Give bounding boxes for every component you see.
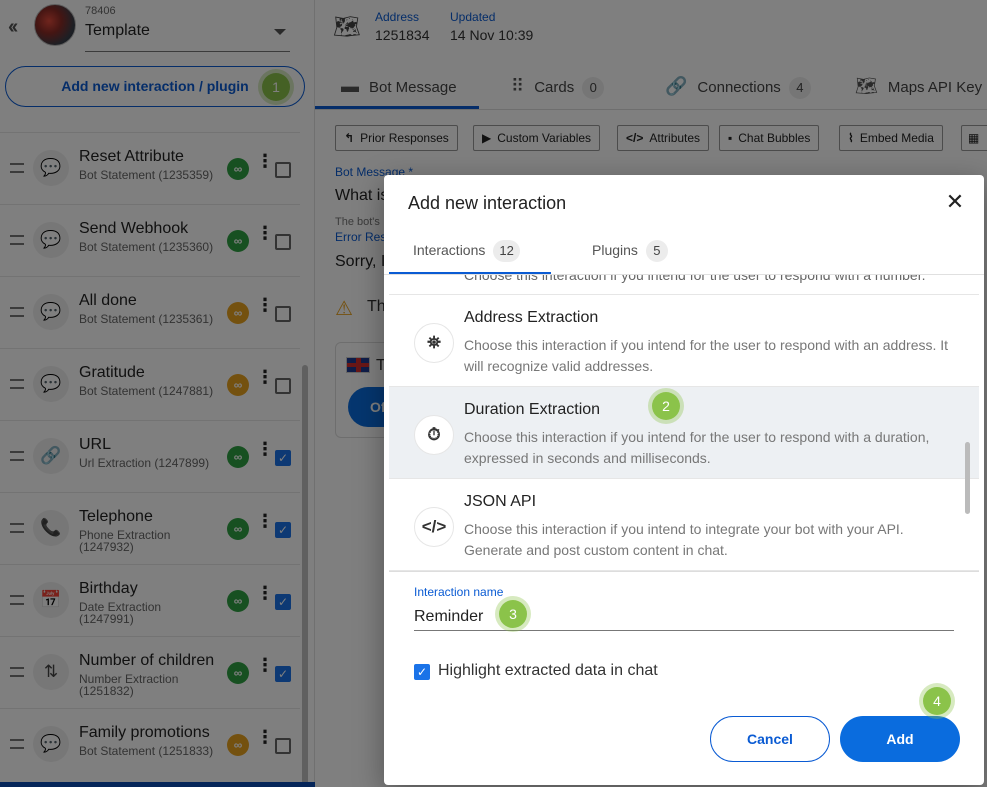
step-badge: 2 xyxy=(652,392,680,420)
option-title: JSON API xyxy=(464,493,537,510)
code-icon: </> xyxy=(414,507,454,547)
map-pin-icon: ⛯ xyxy=(414,323,454,363)
option-duration-extraction[interactable]: ⏱ Duration Extraction Choose this intera… xyxy=(389,386,979,478)
step-badge: 3 xyxy=(499,600,527,628)
interaction-name-label: Interaction name xyxy=(414,585,504,599)
add-interaction-dialog: Add new interaction ✕ Interactions 12 Plu… xyxy=(384,175,984,785)
option-desc: Choose this interaction if you intend fo… xyxy=(464,337,949,374)
option-desc: Choose this interaction if you intend fo… xyxy=(464,275,926,283)
cancel-button[interactable]: Cancel xyxy=(710,716,830,762)
dialog-title: Add new interaction xyxy=(408,193,567,213)
option-json-api[interactable]: </> JSON API Choose this interaction if … xyxy=(389,478,979,570)
tab-label: Interactions xyxy=(413,242,486,258)
dialog-tabs: Interactions 12 Plugins 5 xyxy=(384,227,984,275)
tab-count: 12 xyxy=(493,240,520,262)
option-desc: Choose this interaction if you intend to… xyxy=(464,521,904,558)
active-tab-indicator xyxy=(389,272,551,274)
tab-label: Plugins xyxy=(592,242,638,258)
option-title: Address Extraction xyxy=(464,309,599,326)
dialog-scrollbar[interactable] xyxy=(965,442,970,514)
add-button[interactable]: Add xyxy=(840,716,960,762)
option-address-extraction[interactable]: ⛯ Address Extraction Choose this interac… xyxy=(389,294,979,386)
stopwatch-icon: ⏱ xyxy=(414,415,454,455)
tab-interactions[interactable]: Interactions 12 xyxy=(413,240,520,262)
highlight-checkbox[interactable]: ✓ xyxy=(414,664,430,680)
interaction-options-list: Choose this interaction if you intend fo… xyxy=(389,275,979,571)
highlight-label: Highlight extracted data in chat xyxy=(438,662,658,679)
divider xyxy=(389,571,979,572)
tab-count: 5 xyxy=(645,240,668,262)
tab-plugins[interactable]: Plugins 5 xyxy=(592,240,668,262)
interaction-name-input[interactable] xyxy=(414,603,954,631)
step-badge: 4 xyxy=(923,687,951,715)
option-desc: Choose this interaction if you intend fo… xyxy=(464,429,930,466)
close-icon[interactable]: ✕ xyxy=(942,189,968,215)
option-title: Duration Extraction xyxy=(464,401,601,418)
